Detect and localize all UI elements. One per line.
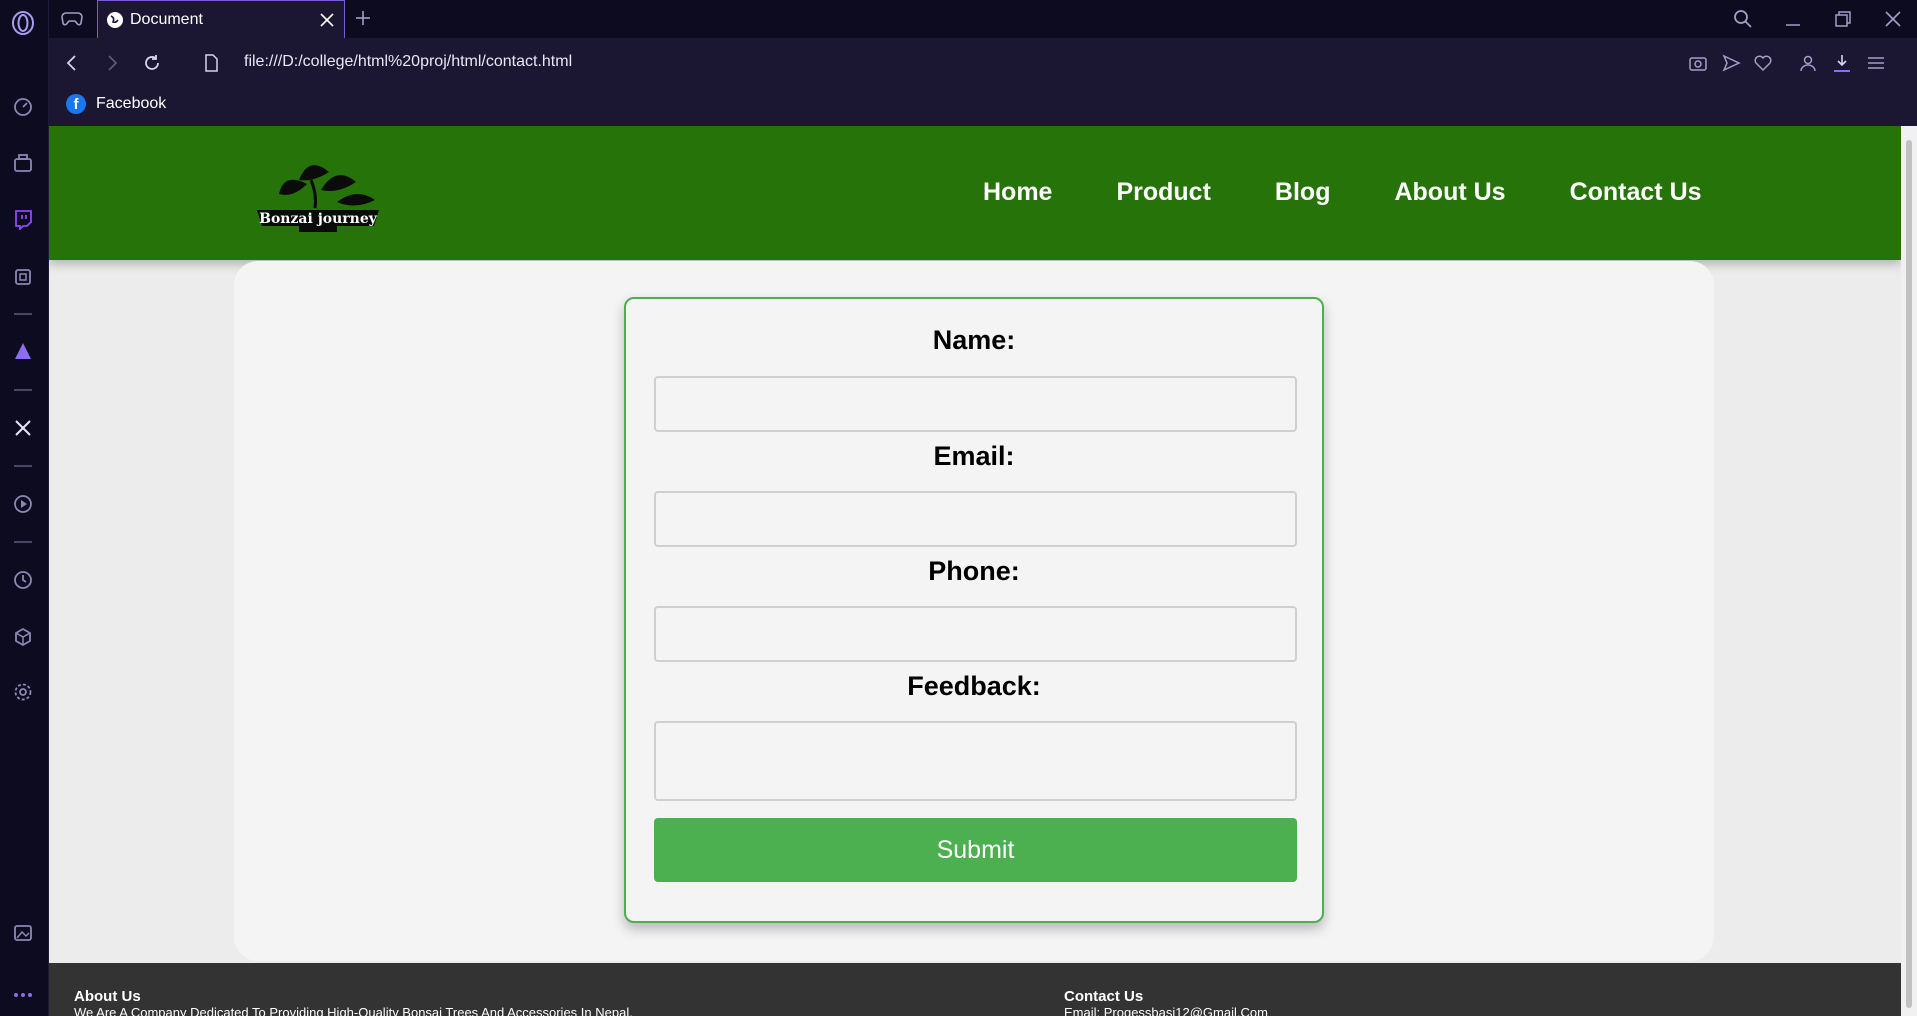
tab-title: Document <box>130 10 203 28</box>
contact-form: Name: Email: Phone: Feedback: Submit <box>624 297 1324 923</box>
aria-icon[interactable] <box>10 338 36 364</box>
speed-dial-icon[interactable] <box>10 94 36 120</box>
bookmarks-bar: f Facebook <box>49 88 1917 126</box>
url-field[interactable]: file:///D:/college/html%20proj/html/cont… <box>244 53 572 71</box>
name-label: Name: <box>932 325 1016 355</box>
tab-document[interactable]: Document <box>97 0 345 38</box>
page-scrollbar[interactable] <box>1901 126 1917 1016</box>
profile-icon[interactable] <box>1797 52 1819 74</box>
nav-product[interactable]: Product <box>1116 178 1210 207</box>
facebook-icon: f <box>66 94 86 114</box>
address-bar: file:///D:/college/html%20proj/html/cont… <box>49 38 1917 88</box>
x-twitter-icon[interactable] <box>10 415 36 441</box>
footer-about-text: We Are A Company Dedicated To Providing … <box>74 1005 633 1016</box>
gallery-icon[interactable] <box>10 920 36 946</box>
history-icon[interactable] <box>10 567 36 593</box>
browser-sidebar <box>0 0 49 1016</box>
footer-contact-email[interactable]: Email: Progessbasi12@Gmail.Com <box>1064 1005 1268 1016</box>
snapshot-camera-icon[interactable] <box>1687 52 1709 74</box>
tab-strip: Document <box>49 0 1917 38</box>
workspace-icon[interactable] <box>10 150 36 176</box>
submit-button[interactable]: Submit <box>654 818 1297 882</box>
feedback-label: Feedback: <box>907 671 1041 701</box>
sidebar-divider <box>14 313 32 315</box>
heart-icon[interactable] <box>1752 52 1774 74</box>
phone-input[interactable] <box>654 606 1297 662</box>
search-tabs-icon[interactable] <box>1732 8 1754 30</box>
close-tab-icon[interactable] <box>318 11 336 29</box>
ai-chip-icon[interactable] <box>10 264 36 290</box>
email-label: Email: <box>933 441 1015 471</box>
reload-icon[interactable] <box>141 52 163 74</box>
nav-blog[interactable]: Blog <box>1275 178 1331 207</box>
logo-text: Bonzai journey <box>259 211 378 227</box>
footer-contact: Contact Us Email: Progessbasi12@Gmail.Co… <box>1064 988 1268 1016</box>
new-tab-icon[interactable] <box>352 7 374 29</box>
extensions-cube-icon[interactable] <box>10 624 36 650</box>
gx-controller-icon[interactable] <box>61 9 83 32</box>
sidebar-divider <box>14 389 32 391</box>
site-header: Bonzai journey Home Product Blog About U… <box>49 126 1901 260</box>
download-icon[interactable] <box>1831 52 1853 74</box>
scrollbar-thumb[interactable] <box>1906 140 1912 1008</box>
forward-icon[interactable] <box>101 52 123 74</box>
twitch-icon[interactable] <box>10 206 36 232</box>
bookmark-facebook[interactable]: f Facebook <box>66 94 166 114</box>
easy-setup-icon[interactable] <box>1865 52 1887 74</box>
opera-logo-icon[interactable] <box>10 10 36 36</box>
email-input[interactable] <box>654 491 1297 547</box>
send-icon[interactable] <box>1720 52 1742 74</box>
site-footer: About Us We Are A Company Dedicated To P… <box>49 963 1901 1016</box>
nav-home[interactable]: Home <box>983 178 1052 207</box>
player-icon[interactable] <box>10 491 36 517</box>
bookmark-label: Facebook <box>96 95 167 112</box>
minimize-icon[interactable] <box>1782 8 1804 30</box>
nav-about-us[interactable]: About Us <box>1394 178 1505 207</box>
sidebar-divider <box>14 541 32 543</box>
sidebar-divider <box>14 465 32 467</box>
main-nav: Home Product Blog About Us Contact Us <box>983 178 1702 207</box>
feedback-textarea[interactable] <box>654 721 1297 801</box>
globe-icon <box>106 11 124 29</box>
file-page-icon <box>200 52 222 74</box>
more-options-icon[interactable] <box>10 982 36 1008</box>
footer-about-title: About Us <box>74 988 141 1005</box>
phone-label: Phone: <box>928 556 1020 586</box>
back-icon[interactable] <box>61 52 83 74</box>
page-viewport: Bonzai journey Home Product Blog About U… <box>49 126 1901 1016</box>
name-input[interactable] <box>654 376 1297 432</box>
nav-contact-us[interactable]: Contact Us <box>1570 178 1702 207</box>
footer-about: About Us We Are A Company Dedicated To P… <box>74 988 633 1016</box>
restore-icon[interactable] <box>1832 8 1854 30</box>
close-window-icon[interactable] <box>1882 8 1904 30</box>
settings-gear-icon[interactable] <box>10 679 36 705</box>
bonzai-journey-logo[interactable]: Bonzai journey <box>249 150 389 234</box>
footer-contact-title: Contact Us <box>1064 988 1144 1005</box>
